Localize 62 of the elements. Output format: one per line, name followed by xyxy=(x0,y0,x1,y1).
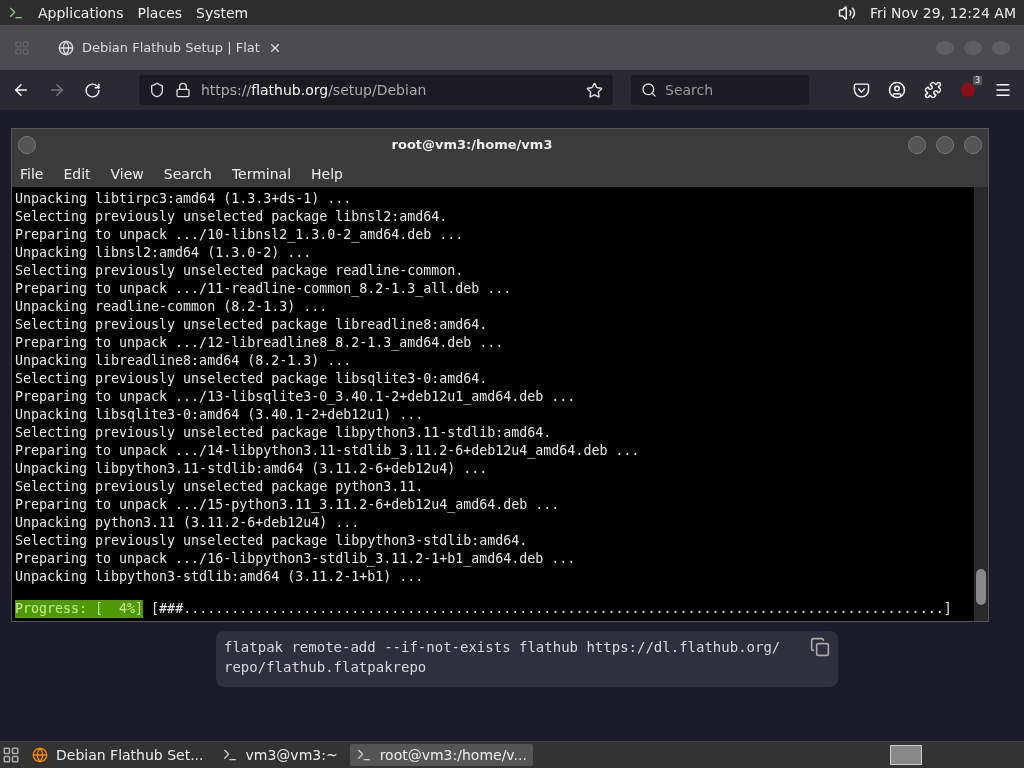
terminal-line: Selecting previously unselected package libreadline8:amd64. xyxy=(15,316,489,334)
globe-icon xyxy=(58,39,74,56)
lock-icon[interactable] xyxy=(175,82,191,98)
menu-item[interactable]: View xyxy=(110,165,144,182)
terminal-icon xyxy=(355,747,372,763)
taskbar-button[interactable]: root@vm3:/home/v... xyxy=(349,744,533,766)
terminal-line: Selecting previously unselected package python3.11. xyxy=(15,478,425,496)
panel-menu[interactable]: Places xyxy=(137,4,183,21)
taskbar-button[interactable]: vm3@vm3:~ xyxy=(215,744,344,766)
terminal-line: Unpacking readline-common (8.2-1.3) ... xyxy=(15,298,329,316)
command-text: flatpak remote-add --if-not-exists flathub https://dl.flathub.org/ repo/flathub.flatpakrepo xyxy=(224,638,782,677)
account-icon[interactable] xyxy=(888,81,906,99)
terminal-line: Unpacking libreadline8:amd64 (8.2-1.3) ... xyxy=(15,352,353,370)
taskbar-button[interactable]: Debian Flathub Set... xyxy=(26,744,210,766)
progress-text: [###...............................................................................................] xyxy=(151,600,952,618)
terminal-line: Selecting previously unselected package libpython3-stdlib:amd64. xyxy=(15,532,529,550)
terminal-line: Preparing to unpack .../13-libsqlite3-0_3.40.1-2+deb12u1_amd64.deb ... xyxy=(15,388,577,406)
terminal-line: Preparing to unpack .../10-libnsl2_1.3.0-2_amd64.deb ... xyxy=(15,226,465,244)
star-icon[interactable] xyxy=(586,81,603,99)
menu-item[interactable]: File xyxy=(20,165,44,182)
terminal-icon xyxy=(221,747,238,763)
search-field[interactable]: Search xyxy=(631,75,809,105)
panel-menu[interactable]: System xyxy=(196,4,249,21)
terminal-line: Preparing to unpack .../11-readline-common_8.2-1.3_all.deb ... xyxy=(15,280,513,298)
terminal-line: Unpacking libnsl2:amd64 (1.3.0-2) ... xyxy=(15,244,313,262)
terminal-line: Unpacking libpython3-stdlib:amd64 (3.11.2-1+b1) ... xyxy=(15,568,425,586)
globe-icon xyxy=(32,747,48,763)
terminal-line: Selecting previously unselected package libpython3.11-stdlib:amd64. xyxy=(15,424,553,442)
badge-count: 3 xyxy=(972,76,982,85)
reload-icon[interactable] xyxy=(84,81,101,99)
menu-item[interactable]: Help xyxy=(311,165,343,182)
pocket-icon[interactable] xyxy=(853,81,870,99)
show-desktop-icon[interactable] xyxy=(2,746,20,764)
terminal-line: Selecting previously unselected package libsqlite3-0:amd64. xyxy=(15,370,489,388)
menu-icon[interactable] xyxy=(994,81,1012,99)
menu-item[interactable]: Search xyxy=(163,165,212,182)
panel-menu[interactable]: Applications xyxy=(38,4,124,21)
terminal-line: Preparing to unpack .../12-libreadline8_8.2-1.3_amd64.deb ... xyxy=(15,334,505,352)
terminal-line: Unpacking python3.11 (3.11.2-6+deb12u4) ... xyxy=(15,514,361,532)
terminal-line: Preparing to unpack .../14-libpython3.11-stdlib_3.11.2-6+deb12u4_amd64.deb ... xyxy=(15,442,641,460)
volume-icon[interactable] xyxy=(837,3,856,22)
clock: Fri Nov 29, 12:24 AM xyxy=(869,4,1016,21)
terminal-line: Unpacking libsqlite3-0:amd64 (3.40.1-2+deb12u1) ... xyxy=(15,406,425,424)
extensions-icon[interactable] xyxy=(924,81,942,99)
terminal-line: Preparing to unpack .../15-python3.11_3.11.2-6+deb12u4_amd64.deb ... xyxy=(15,496,561,514)
terminal-line: Unpacking libpython3.11-stdlib:amd64 (3.11.2-6+deb12u4) ... xyxy=(15,460,489,478)
url-field[interactable]: https://flathub.org/setup/Debian xyxy=(139,75,613,105)
scrollbar[interactable] xyxy=(974,187,988,621)
workspace-switcher[interactable] xyxy=(890,745,922,765)
search-icon xyxy=(641,82,657,98)
menu-item[interactable]: Terminal xyxy=(231,165,292,182)
terminal-line: Selecting previously unselected package readline-common. xyxy=(15,262,465,280)
shield-icon[interactable] xyxy=(149,82,165,98)
terminal-line: Selecting previously unselected package libnsl2:amd64. xyxy=(15,208,449,226)
window-title: root@vm3:/home/vm3 xyxy=(390,137,554,152)
copy-icon[interactable] xyxy=(810,637,830,657)
forward-icon[interactable] xyxy=(48,81,66,99)
menu-item[interactable]: Edit xyxy=(63,165,91,182)
terminal-line: Unpacking libtirpc3:amd64 (1.3.3+ds-1) ... xyxy=(15,190,353,208)
back-icon[interactable] xyxy=(12,81,30,99)
progress-label: Progress: [ 4%] xyxy=(15,600,144,618)
terminal-line: Preparing to unpack .../16-libpython3-stdlib_3.11.2-1+b1_amd64.deb ... xyxy=(15,550,577,568)
